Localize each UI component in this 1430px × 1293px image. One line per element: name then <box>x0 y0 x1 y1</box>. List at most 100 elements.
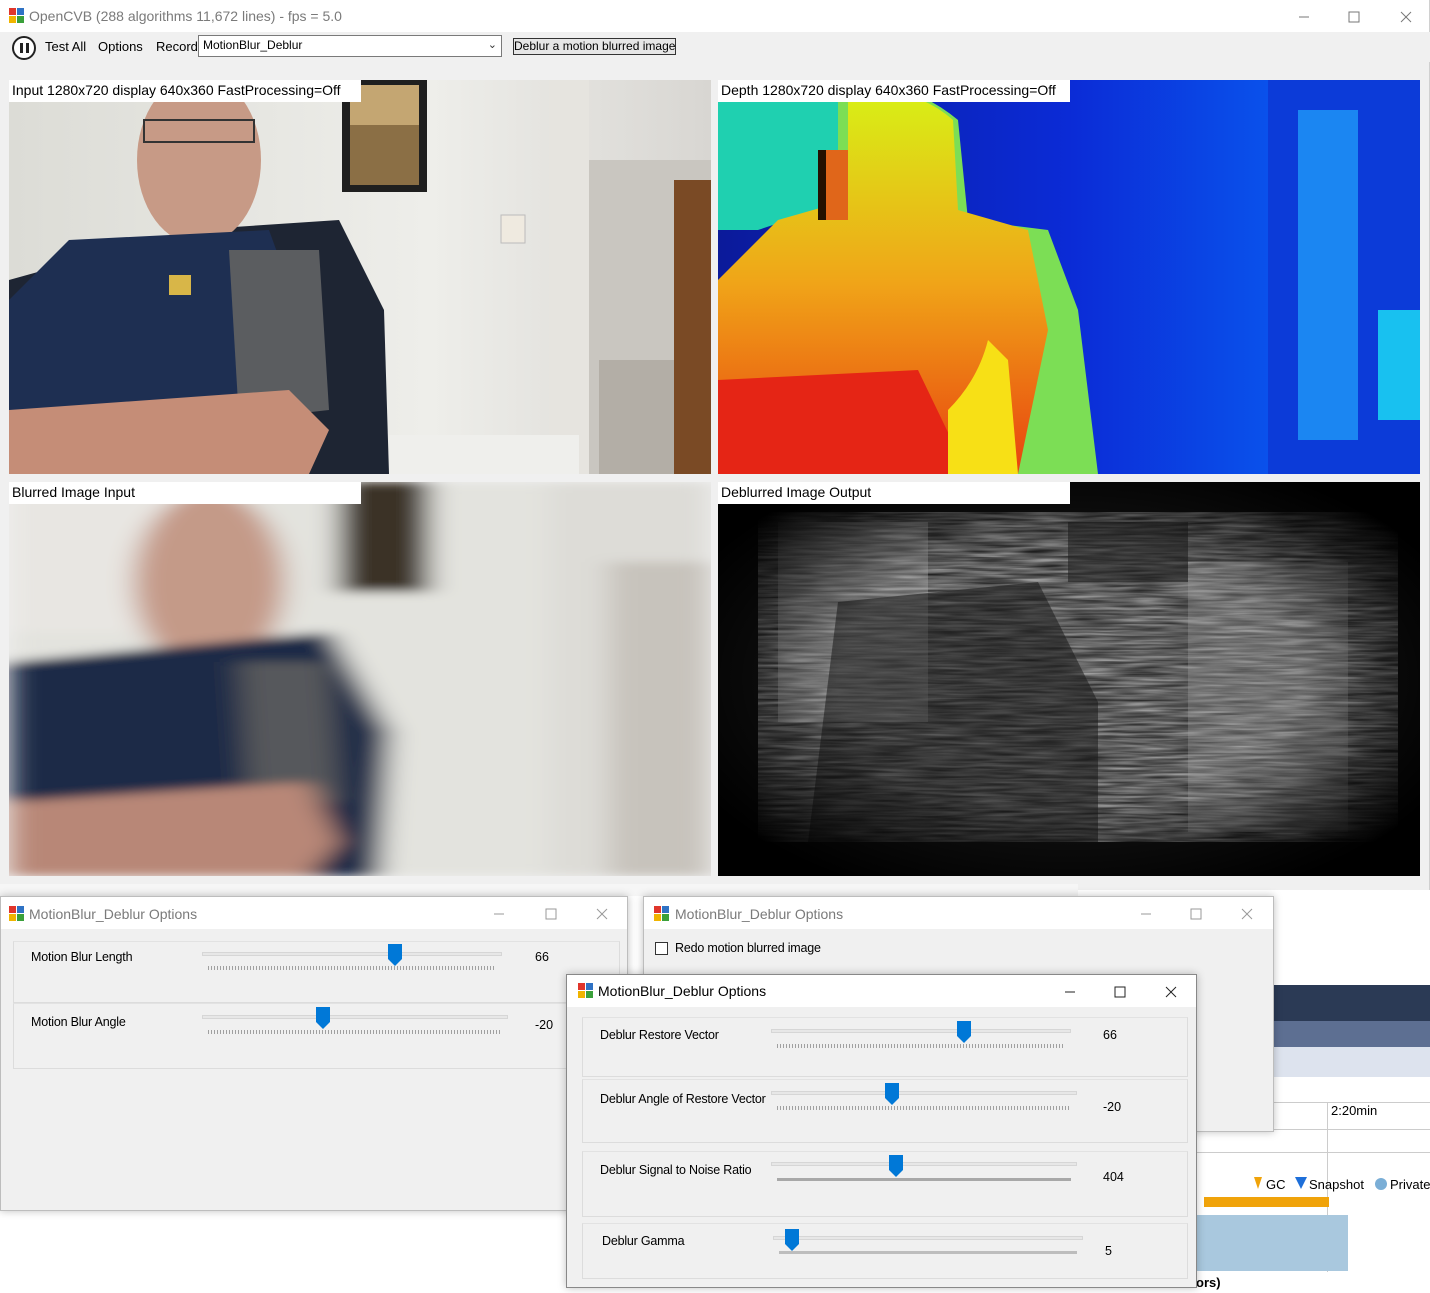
slider-value: 66 <box>1103 1028 1117 1042</box>
depth-colormap-image <box>718 80 1420 474</box>
minimize-icon[interactable] <box>1281 1 1327 31</box>
slider-thumb[interactable] <box>785 1229 799 1251</box>
motionblur-options-window-3: MotionBlur_Deblur Options Deblur Restore… <box>566 974 1197 1288</box>
chevron-down-icon: ⌄ <box>487 39 497 51</box>
blurred-panel-label: Blurred Image Input <box>9 482 361 504</box>
opencvb-app-icon <box>9 906 25 922</box>
profiler-time-label: 2:20min <box>1331 1103 1378 1118</box>
options2-title-bar[interactable]: MotionBlur_Deblur Options <box>644 897 1273 929</box>
slider-label: Deblur Restore Vector <box>600 1028 719 1042</box>
slider-ticks <box>208 966 496 970</box>
maximize-icon[interactable] <box>1097 976 1143 1006</box>
depth-image-panel: Depth 1280x720 display 640x360 FastProce… <box>718 80 1420 474</box>
slider-track[interactable] <box>771 1029 1071 1033</box>
slider-label: Motion Blur Length <box>31 950 133 964</box>
slider-track[interactable] <box>771 1162 1077 1166</box>
main-window: OpenCVB (288 algorithms 11,672 lines) - … <box>0 0 1430 890</box>
slider-ticks <box>777 1106 1071 1110</box>
slider-thumb[interactable] <box>388 944 402 966</box>
record-button[interactable]: Record <box>156 39 198 54</box>
test-all-button[interactable]: Test All <box>45 39 86 54</box>
slider-group-restore-angle: Deblur Angle of Restore Vector -20 <box>582 1079 1188 1143</box>
maximize-icon[interactable] <box>1173 898 1219 928</box>
gc-bar <box>1204 1197 1329 1207</box>
slider-group-gamma: Deblur Gamma 5 <box>582 1223 1188 1279</box>
minimize-icon[interactable] <box>476 898 522 928</box>
profiler-header <box>1273 985 1430 1021</box>
profiler-subheader <box>1273 1021 1430 1047</box>
slider-label: Motion Blur Angle <box>31 1015 126 1029</box>
slider-group-restore-vector: Deblur Restore Vector 66 <box>582 1017 1188 1077</box>
minimize-icon[interactable] <box>1047 976 1093 1006</box>
slider-thumb[interactable] <box>885 1083 899 1105</box>
slider-ticks-dense <box>777 1178 1071 1181</box>
deblurred-panel-label: Deblurred Image Output <box>718 482 1070 504</box>
pause-icon <box>26 43 29 53</box>
blurred-input-image <box>9 482 711 876</box>
close-icon[interactable] <box>579 898 625 928</box>
slider-group-blur-length: Motion Blur Length 66 <box>13 941 620 1003</box>
opencvb-app-icon <box>9 8 25 24</box>
slider-value: -20 <box>535 1018 554 1032</box>
maximize-icon[interactable] <box>1331 1 1377 31</box>
pause-button[interactable] <box>12 36 36 60</box>
blurred-image-panel: Blurred Image Input <box>9 482 711 876</box>
slider-value: 66 <box>535 950 549 964</box>
input-camera-image <box>9 80 711 474</box>
main-window-title: OpenCVB (288 algorithms 11,672 lines) - … <box>29 8 342 24</box>
deblurred-output-image <box>718 482 1420 876</box>
slider-track[interactable] <box>773 1236 1083 1240</box>
slider-ticks-dense <box>779 1251 1077 1254</box>
input-panel-label: Input 1280x720 display 640x360 FastProce… <box>9 80 361 102</box>
maximize-icon[interactable] <box>528 898 574 928</box>
options1-title: MotionBlur_Deblur Options <box>29 906 198 922</box>
pause-icon <box>20 43 23 53</box>
slider-thumb[interactable] <box>316 1007 330 1029</box>
legend-private: Private <box>1390 1177 1430 1192</box>
opencvb-app-icon <box>654 906 670 922</box>
slider-value: 404 <box>1103 1170 1124 1184</box>
slider-ticks <box>208 1030 502 1034</box>
slider-track[interactable] <box>202 952 502 956</box>
opencvb-app-icon <box>578 983 594 999</box>
gc-marker-icon <box>1254 1177 1262 1192</box>
close-icon[interactable] <box>1148 976 1194 1006</box>
deblurred-image-panel: Deblurred Image Output <box>718 482 1420 876</box>
options3-title: MotionBlur_Deblur Options <box>598 983 767 999</box>
slider-track[interactable] <box>771 1091 1077 1095</box>
algorithm-dropdown-value: MotionBlur_Deblur <box>203 38 303 52</box>
close-icon[interactable] <box>1224 898 1270 928</box>
slider-ticks <box>777 1044 1065 1048</box>
slider-group-blur-angle: Motion Blur Angle -20 <box>13 1003 620 1069</box>
main-title-bar[interactable]: OpenCVB (288 algorithms 11,672 lines) - … <box>0 0 1429 32</box>
slider-value: 5 <box>1105 1244 1112 1258</box>
background-window-strip <box>0 884 1078 896</box>
algorithm-description-button[interactable]: Deblur a motion blurred image <box>513 38 676 55</box>
slider-value: -20 <box>1103 1100 1122 1114</box>
slider-group-snr: Deblur Signal to Noise Ratio 404 <box>582 1151 1188 1217</box>
options1-title-bar[interactable]: MotionBlur_Deblur Options <box>1 897 627 929</box>
slider-label: Deblur Signal to Noise Ratio <box>600 1163 752 1177</box>
depth-panel-label: Depth 1280x720 display 640x360 FastProce… <box>718 80 1070 102</box>
options3-title-bar[interactable]: MotionBlur_Deblur Options <box>567 975 1196 1007</box>
snapshot-marker-icon <box>1295 1177 1307 1192</box>
slider-track[interactable] <box>202 1015 508 1019</box>
profiler-footer: ors) <box>1196 1275 1221 1290</box>
memory-graph <box>1196 1215 1348 1271</box>
slider-label: Deblur Gamma <box>602 1234 685 1248</box>
slider-thumb[interactable] <box>889 1155 903 1177</box>
redo-motion-blur-label: Redo motion blurred image <box>675 941 821 955</box>
input-image-panel: Input 1280x720 display 640x360 FastProce… <box>9 80 711 474</box>
options2-title: MotionBlur_Deblur Options <box>675 906 844 922</box>
algorithm-dropdown[interactable]: MotionBlur_Deblur ⌄ <box>198 35 502 57</box>
motionblur-options-window-1: MotionBlur_Deblur Options Motion Blur Le… <box>0 896 628 1211</box>
legend-snapshot: Snapshot <box>1309 1177 1364 1192</box>
profiler-toolbar <box>1273 1047 1430 1077</box>
minimize-icon[interactable] <box>1123 898 1169 928</box>
legend-gc: GC <box>1266 1177 1286 1192</box>
options-menu[interactable]: Options <box>98 39 143 54</box>
slider-thumb[interactable] <box>957 1021 971 1043</box>
redo-motion-blur-checkbox[interactable] <box>655 942 668 955</box>
private-marker-icon <box>1375 1178 1387 1190</box>
close-icon[interactable] <box>1383 1 1429 31</box>
